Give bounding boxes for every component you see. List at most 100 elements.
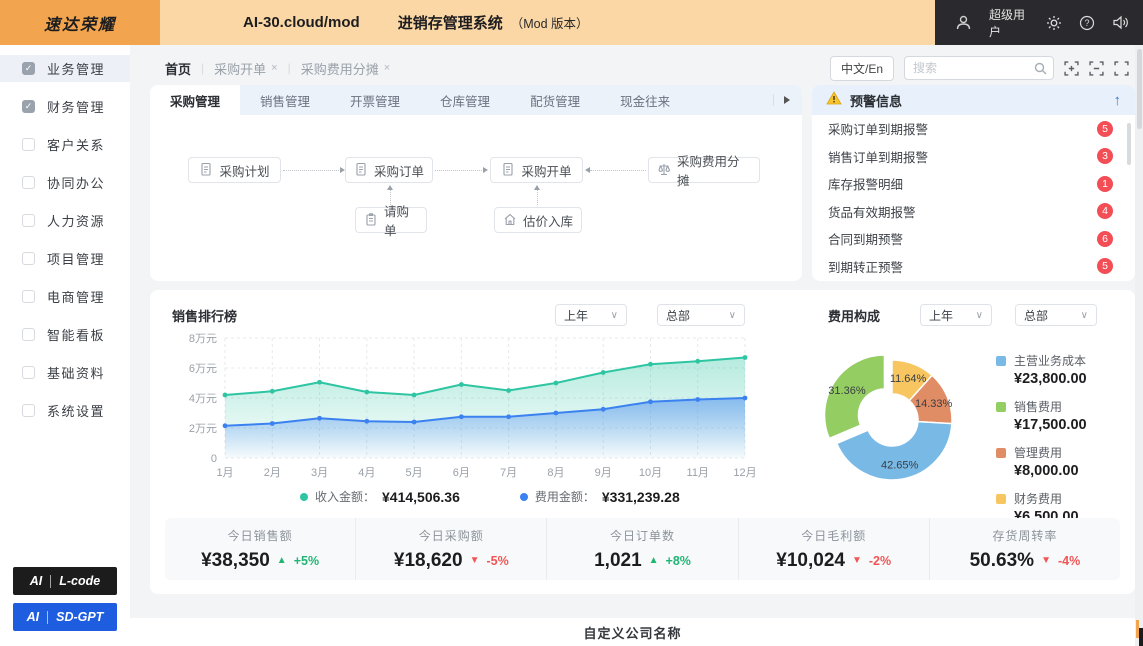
- sidebar-item-label: 业务管理: [47, 62, 106, 77]
- page-scrollbar[interactable]: [1135, 45, 1143, 646]
- sidebar-item-2[interactable]: ✓ 财务管理: [0, 93, 130, 120]
- flow-connector: [585, 166, 590, 173]
- user-toolbar: 超级用户 ?: [935, 0, 1143, 45]
- alert-item-label: 货品有效期报警: [828, 205, 916, 220]
- checkbox-icon[interactable]: [22, 328, 35, 341]
- donut-legend-name: 财务费用: [996, 490, 1087, 507]
- legend-item-2: 费用金额： ¥331,239.28: [519, 488, 680, 505]
- module-tab-1[interactable]: 采购管理: [150, 85, 241, 115]
- breadcrumb-tab[interactable]: 采购费用分摊 ×: [301, 59, 390, 78]
- expense-donut-chart: 11.64% 14.33% 42.65% 31.36%: [823, 354, 953, 481]
- badge-name: SD-GPT: [56, 610, 104, 624]
- language-toggle-button[interactable]: 中文/En: [829, 55, 894, 81]
- tab-overflow-button[interactable]: [761, 85, 802, 115]
- badge-prefix: AI: [26, 610, 40, 624]
- checkbox-icon[interactable]: ✓: [22, 62, 35, 75]
- chevron-down-icon: ∨: [610, 309, 618, 321]
- svg-text:4万元: 4万元: [189, 393, 217, 405]
- gear-icon[interactable]: [1046, 15, 1062, 31]
- alert-count-badge: 5: [1097, 258, 1113, 275]
- alert-item-4[interactable]: 货品有效期报警 4: [812, 198, 1135, 226]
- flow-connector: [537, 189, 538, 205]
- sidebar-item-10[interactable]: 系统设置: [0, 397, 130, 424]
- expense-period-select[interactable]: 上年 ∨: [920, 304, 992, 326]
- user-icon[interactable]: [955, 14, 972, 31]
- module-tab-2[interactable]: 销售管理: [240, 85, 330, 115]
- svg-text:6万元: 6万元: [189, 363, 217, 375]
- purchase-flow-diagram: 采购计划 采购订单 采购开单 采购费用分摊请购单 估价入库: [150, 115, 802, 281]
- sidebar-item-4[interactable]: 协同办公: [0, 169, 130, 196]
- sidebar-item-label: 项目管理: [47, 252, 106, 267]
- kpi-label: 今日销售额: [227, 528, 293, 543]
- sidebar-item-6[interactable]: 项目管理: [0, 245, 130, 272]
- flow-node-6[interactable]: 估价入库: [494, 207, 582, 233]
- search-box[interactable]: [904, 56, 1054, 80]
- flow-node-5[interactable]: 请购单: [355, 205, 427, 238]
- help-icon[interactable]: ?: [1079, 15, 1095, 31]
- breadcrumb-label: 采购费用分摊: [300, 61, 379, 77]
- sidebar-item-5[interactable]: 人力资源: [0, 207, 130, 234]
- close-icon[interactable]: ×: [384, 62, 390, 74]
- flow-node-2[interactable]: 采购订单: [345, 157, 433, 183]
- zoom-out-icon[interactable]: [1089, 60, 1104, 76]
- fullscreen-icon[interactable]: [1114, 60, 1129, 76]
- checkbox-icon[interactable]: [22, 366, 35, 379]
- breadcrumb-divider: |: [201, 61, 205, 75]
- app-window: 速达荣耀 AI-30.cloud/mod 进销存管理系统 （Mod 版本） 超级…: [0, 0, 1143, 646]
- breadcrumb-label: 采购开单: [214, 61, 267, 77]
- checkbox-icon[interactable]: [22, 138, 35, 151]
- trend-down-icon: ▼: [469, 555, 480, 566]
- lcode-badge[interactable]: AI L-code: [13, 567, 117, 595]
- sidebar-item-label: 财务管理: [47, 100, 106, 115]
- alert-scrollbar[interactable]: [1127, 123, 1131, 165]
- expense-org-select[interactable]: 总部 ∨: [1015, 304, 1097, 326]
- checkbox-icon[interactable]: [22, 214, 35, 227]
- sales-org-select[interactable]: 总部 ∨: [657, 304, 745, 326]
- checkbox-icon[interactable]: ✓: [22, 100, 35, 113]
- collapse-up-icon[interactable]: ↑: [1114, 92, 1122, 109]
- expense-chart-title: 费用构成: [828, 309, 881, 324]
- sales-period-select[interactable]: 上年 ∨: [555, 304, 627, 326]
- current-user-label[interactable]: 超级用户: [989, 6, 1029, 40]
- checkbox-icon[interactable]: [22, 252, 35, 265]
- kpi-stats-row: 今日销售额 ¥38,350 ▲ +5% 今日采购额 ¥18,620 ▼ -5% 今日订单数 1,0…: [165, 518, 1120, 580]
- document-icon: [199, 162, 213, 179]
- dashboard-card: 销售排行榜 上年 ∨ 总部 ∨ 0 2万元 4万元 6万元 8万元 1月 2月 3月 4月 5月 6月 7…: [150, 290, 1135, 594]
- module-tab-3[interactable]: 开票管理: [330, 85, 420, 115]
- sidebar-item-8[interactable]: 智能看板: [0, 321, 130, 348]
- module-tab-6[interactable]: 现金往来: [600, 85, 690, 115]
- alert-item-label: 库存报警明细: [828, 178, 904, 193]
- kpi-value-row: 1,021 ▲ +8%: [594, 550, 691, 572]
- speaker-icon[interactable]: [1112, 15, 1129, 30]
- zoom-in-icon[interactable]: [1064, 60, 1079, 76]
- search-icon[interactable]: [1034, 62, 1047, 75]
- checkbox-icon[interactable]: [22, 176, 35, 189]
- alert-item-5[interactable]: 合同到期预警 6: [812, 225, 1135, 253]
- scrollbar-thumb[interactable]: [1136, 49, 1142, 129]
- trend-up-icon: ▲: [276, 555, 287, 566]
- close-icon[interactable]: ×: [271, 62, 277, 74]
- checkbox-icon[interactable]: [22, 290, 35, 303]
- flow-node-4[interactable]: 采购费用分摊: [648, 155, 760, 188]
- alert-item-2[interactable]: 销售订单到期报警 3: [812, 143, 1135, 171]
- sdgpt-badge[interactable]: AI SD-GPT: [13, 603, 117, 631]
- alert-item-6[interactable]: 到期转正预警 5: [812, 253, 1135, 281]
- sidebar-item-9[interactable]: 基础资料: [0, 359, 130, 386]
- breadcrumb-tab[interactable]: 首页: [165, 59, 191, 78]
- flow-node-3[interactable]: 采购开单: [490, 157, 583, 183]
- donut-legend-value: ¥23,800.00: [1014, 371, 1087, 387]
- module-tab-4[interactable]: 仓库管理: [420, 85, 510, 115]
- kpi-stat-2: 今日采购额 ¥18,620 ▼ -5%: [355, 518, 546, 580]
- breadcrumb-tab[interactable]: 采购开单 ×: [214, 59, 277, 78]
- sidebar-item-1[interactable]: ✓ 业务管理: [0, 55, 130, 82]
- system-name: 进销存管理系统: [397, 15, 503, 32]
- alert-item-1[interactable]: 采购订单到期报警 5: [812, 115, 1135, 143]
- flow-node-1[interactable]: 采购计划: [188, 157, 281, 183]
- search-input[interactable]: [913, 61, 1034, 75]
- alert-item-3[interactable]: 库存报警明细 1: [812, 170, 1135, 198]
- module-tab-5[interactable]: 配货管理: [510, 85, 600, 115]
- sidebar-item-7[interactable]: 电商管理: [0, 283, 130, 310]
- checkbox-icon[interactable]: [22, 404, 35, 417]
- sidebar-item-3[interactable]: 客户关系: [0, 131, 130, 158]
- sales-chart-legend: 收入金额： ¥414,506.36 费用金额： ¥331,239.28: [300, 488, 680, 505]
